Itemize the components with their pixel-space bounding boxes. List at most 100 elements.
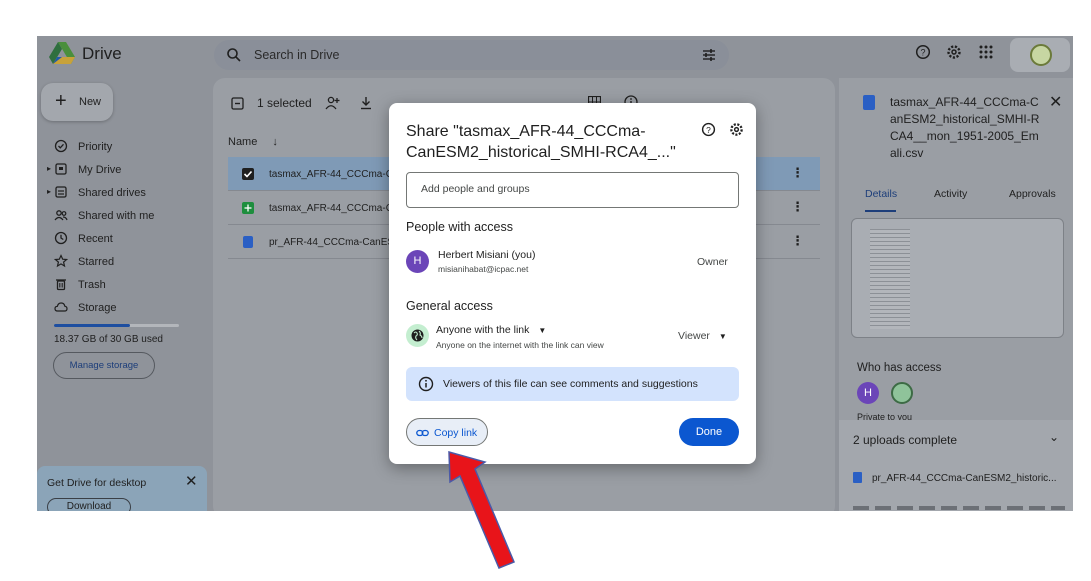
sidebar-item-label: Storage: [78, 302, 117, 314]
access-level-label: Anyone with the link: [436, 324, 530, 336]
more-options-icon[interactable]: ⋮: [791, 165, 804, 181]
file-name: tasmax_AFR-44_CCCma-C: [269, 203, 393, 214]
person-role: Owner: [697, 256, 728, 268]
role-select[interactable]: Viewer ▼: [678, 330, 727, 342]
avatar: H: [406, 250, 429, 273]
new-button[interactable]: + New: [41, 83, 113, 121]
sidebar-item-starred[interactable]: Starred: [37, 251, 207, 274]
account-area[interactable]: [1010, 38, 1070, 72]
close-icon[interactable]: ✕: [1049, 92, 1062, 112]
avatar[interactable]: H: [857, 382, 879, 404]
account-avatar[interactable]: [1030, 44, 1052, 66]
clock-icon: [54, 231, 68, 245]
desktop-promo-title: Get Drive for desktop: [47, 477, 147, 489]
my-drive-icon: [55, 163, 67, 175]
info-icon: [418, 376, 434, 392]
person-name: Herbert Misiani (you): [438, 249, 536, 261]
spreadsheet-preview: [870, 229, 910, 329]
general-access-select[interactable]: Anyone with the link ▼: [436, 324, 546, 336]
storage-used-text: 18.37 GB of 30 GB used: [54, 334, 163, 345]
checkbox-checked-icon[interactable]: [242, 168, 254, 180]
public-globe-icon[interactable]: [891, 382, 913, 404]
upload-item-partial: [853, 506, 1065, 510]
share-user-icon[interactable]: [325, 96, 341, 110]
info-text: Viewers of this file can see comments an…: [443, 378, 698, 390]
tab-details[interactable]: Details: [865, 188, 897, 200]
apps-grid-icon[interactable]: [978, 44, 994, 60]
uploads-header: 2 uploads complete: [853, 433, 958, 447]
details-file-title: tasmax_AFR-44_CCCma-CanESM2_historical_S…: [890, 95, 1040, 160]
expand-caret-icon[interactable]: ▸: [47, 187, 51, 196]
tab-approvals[interactable]: Approvals: [1009, 188, 1056, 200]
download-button[interactable]: Download: [47, 498, 131, 511]
search-input[interactable]: Search in Drive: [254, 48, 339, 62]
person-email: misianihabat@icpac.net: [438, 264, 529, 274]
dialog-title: Share "tasmax_AFR-44_CCCma-CanESM2_histo…: [406, 123, 676, 161]
active-tab-indicator: [865, 210, 896, 212]
role-label: Viewer: [678, 330, 710, 342]
help-icon[interactable]: ?: [915, 44, 931, 60]
new-button-label: New: [79, 96, 102, 108]
column-name-label: Name: [228, 136, 258, 148]
search-icon: [227, 48, 241, 62]
settings-icon[interactable]: [729, 122, 744, 137]
storage-meter: [54, 324, 179, 327]
sidebar-item-label: Shared with me: [78, 210, 155, 222]
sheets-file-icon: [242, 202, 254, 214]
info-banner: Viewers of this file can see comments an…: [406, 367, 739, 401]
sidebar-item-shared-with-me[interactable]: Shared with me: [37, 205, 207, 228]
storage-meter-fill: [54, 324, 131, 327]
settings-icon[interactable]: [946, 44, 962, 60]
sidebar-item-shared-drives[interactable]: ▸ Shared drives: [37, 182, 207, 205]
sidebar-item-recent[interactable]: Recent: [37, 228, 207, 251]
file-preview-thumbnail[interactable]: [851, 218, 1064, 338]
uploads-panel: 2 uploads complete ⌄ pr_AFR-44_CCCma-Can…: [839, 420, 1073, 511]
trash-icon: [56, 279, 66, 291]
sidebar-item-label: Recent: [78, 233, 113, 245]
docs-file-icon: [853, 472, 862, 483]
access-description: Anyone on the internet with the link can…: [436, 340, 604, 350]
search-bar[interactable]: Search in Drive: [214, 40, 729, 70]
done-button[interactable]: Done: [679, 418, 739, 446]
expand-caret-icon[interactable]: ▸: [47, 164, 51, 173]
docs-file-icon: [863, 95, 875, 110]
cloud-icon: [54, 302, 68, 312]
shared-with-me-icon: [54, 210, 68, 221]
tab-activity[interactable]: Activity: [934, 188, 967, 200]
copy-link-button[interactable]: Copy link: [406, 418, 488, 446]
clear-selection-icon[interactable]: [231, 97, 244, 110]
sidebar-item-label: My Drive: [78, 164, 122, 176]
sidebar-item-priority[interactable]: Priority: [37, 136, 207, 159]
sidebar-item-label: Shared drives: [78, 187, 146, 199]
sidebar-item-label: Trash: [78, 279, 106, 291]
search-options-icon[interactable]: [701, 47, 717, 63]
add-people-input[interactable]: [421, 183, 721, 195]
manage-storage-button[interactable]: Manage storage: [53, 352, 155, 379]
add-people-field[interactable]: [406, 172, 739, 208]
selected-count: 1 selected: [257, 96, 312, 110]
upload-item[interactable]: pr_AFR-44_CCCma-CanESM2_historic...: [853, 472, 1065, 484]
svg-text:?: ?: [706, 125, 711, 135]
more-options-icon[interactable]: ⋮: [791, 199, 804, 215]
chevron-down-icon[interactable]: ⌄: [1049, 430, 1059, 444]
sidebar-item-storage[interactable]: Storage: [37, 297, 207, 320]
more-options-icon[interactable]: ⋮: [791, 233, 804, 249]
top-bar: Drive Search in Drive ?: [37, 36, 1073, 72]
file-name: pr_AFR-44_CCCma-CanES: [269, 237, 395, 248]
globe-icon: [406, 324, 429, 347]
drive-logo-icon: [49, 42, 75, 64]
sort-arrow-icon[interactable]: ↓: [272, 136, 278, 148]
close-icon[interactable]: ✕: [185, 472, 198, 490]
name-column-header[interactable]: Name ↓: [228, 136, 278, 148]
general-access-heading: General access: [406, 299, 493, 313]
sidebar-item-my-drive[interactable]: ▸ My Drive: [37, 159, 207, 182]
shared-drives-icon: [55, 186, 67, 198]
docs-file-icon: [243, 236, 253, 248]
sidebar-nav: Priority ▸ My Drive ▸ Shared drives Shar…: [37, 136, 207, 320]
help-icon[interactable]: ?: [701, 122, 716, 137]
sidebar-item-trash[interactable]: Trash: [37, 274, 207, 297]
link-icon: [416, 429, 429, 437]
desktop-promo: Get Drive for desktop ✕ Download: [37, 466, 207, 511]
app-name: Drive: [82, 44, 122, 63]
download-icon[interactable]: [359, 96, 373, 110]
